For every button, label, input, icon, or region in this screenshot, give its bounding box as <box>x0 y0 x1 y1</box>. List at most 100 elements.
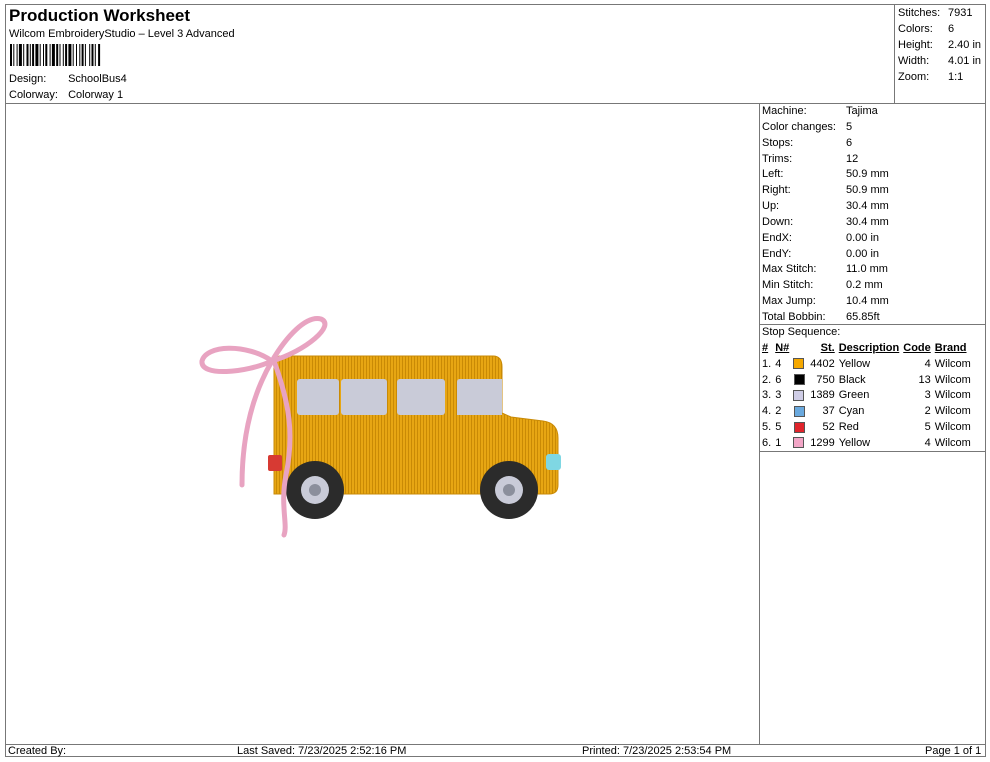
row-brand: Wilcom <box>934 436 971 449</box>
spec-value: Tajima <box>846 105 878 117</box>
table-row: 3. 3 1389 Green 3 Wilcom <box>760 388 973 404</box>
summary-label: Zoom: <box>898 71 930 83</box>
row-code: 5 <box>924 420 931 433</box>
summary-value: 4.01 in <box>948 55 982 67</box>
printed-date: Printed: 7/23/2025 2:53:54 PM <box>582 745 732 757</box>
spec-row: Max Stitch: 11.0 mm <box>762 262 986 278</box>
design-preview <box>199 316 561 538</box>
spec-label: Machine: <box>762 105 807 117</box>
row-code: 2 <box>924 405 931 418</box>
row-description: Green <box>838 389 870 402</box>
row-description: Black <box>838 373 866 386</box>
spec-row: Stops: 6 <box>762 136 986 152</box>
summary-label: Colors: <box>898 23 933 35</box>
machine-specs: Machine: Tajima Color changes: 5 Stops: 6 T… <box>762 104 986 326</box>
barcode <box>10 44 101 66</box>
colorway-value: Colorway 1 <box>68 89 124 101</box>
row-brand: Wilcom <box>934 405 971 418</box>
spec-row: Machine: Tajima <box>762 104 986 120</box>
table-row: 6. 1 1299 Yellow 4 Wilcom <box>760 436 973 452</box>
spec-value: 50.9 mm <box>846 168 889 181</box>
stop-sequence-table: # N# St. Description Code Brand 1. 4 4402 Y… <box>760 341 973 452</box>
row-stitches: 1389 <box>810 389 835 402</box>
row-stitches: 750 <box>816 373 835 386</box>
spec-value: 12 <box>846 152 859 165</box>
row-needle: 6 <box>775 373 782 386</box>
col-header-brand: Brand <box>934 342 967 354</box>
row-stitch-cell: 1389 <box>791 388 836 404</box>
row-stitches: 52 <box>822 420 835 433</box>
row-needle: 5 <box>775 420 782 433</box>
summary-value: 1:1 <box>948 71 964 83</box>
summary-value: 7931 <box>948 7 973 19</box>
row-stitch-cell: 52 <box>791 420 836 436</box>
color-swatch <box>793 437 805 449</box>
summary-label: Height: <box>898 39 933 51</box>
summary-divider <box>894 4 895 104</box>
row-index: 5. <box>762 420 772 433</box>
school-bus-illustration <box>268 355 561 519</box>
row-code: 4 <box>924 357 931 370</box>
page-title: Production Worksheet <box>9 6 191 25</box>
row-description: Yellow <box>838 436 871 449</box>
spec-row: Trims: 12 <box>762 152 986 168</box>
spec-label: EndX: <box>762 231 792 244</box>
row-stitch-cell: 1299 <box>791 436 836 452</box>
row-stitches: 4402 <box>810 357 835 370</box>
color-swatch <box>793 421 805 433</box>
page-number: Page 1 of 1 <box>925 745 982 757</box>
row-needle: 4 <box>775 357 782 370</box>
summary-value: 2.40 in <box>948 39 982 51</box>
col-header-description: Description <box>838 342 900 354</box>
spec-row: Min Stitch: 0.2 mm <box>762 278 986 294</box>
color-swatch <box>793 374 805 386</box>
row-brand: Wilcom <box>934 357 971 370</box>
spec-row: EndY: 0.00 in <box>762 247 986 263</box>
row-index: 6. <box>762 436 772 449</box>
table-row: 5. 5 52 Red 5 Wilcom <box>760 420 973 436</box>
spec-label: Right: <box>762 184 791 197</box>
row-needle: 3 <box>775 389 782 402</box>
last-saved: Last Saved: 7/23/2025 2:52:16 PM <box>237 745 407 757</box>
spec-value: 50.9 mm <box>846 184 889 197</box>
spec-row: Right: 50.9 mm <box>762 183 986 199</box>
summary-row: Stitches: 7931 <box>898 5 986 21</box>
spec-row: Total Bobbin: 65.85ft <box>762 310 986 326</box>
table-row: 4. 2 37 Cyan 2 Wilcom <box>760 404 973 420</box>
row-index: 1. <box>762 357 772 370</box>
spec-row: Color changes: 5 <box>762 120 986 136</box>
spec-row: Down: 30.4 mm <box>762 215 986 231</box>
row-brand: Wilcom <box>934 420 971 433</box>
design-row: Design: SchoolBus4 <box>9 73 127 85</box>
spec-value: 65.85ft <box>846 310 880 323</box>
spec-label: Min Stitch: <box>762 279 814 292</box>
spec-row: EndX: 0.00 in <box>762 231 986 247</box>
spec-value: 5 <box>846 120 853 133</box>
spec-label: Max Stitch: <box>762 263 817 276</box>
row-description: Cyan <box>838 405 865 418</box>
created-by: Created By: <box>8 745 67 757</box>
color-swatch <box>793 389 805 401</box>
spec-value: 30.4 mm <box>846 200 889 213</box>
spec-value: 11.0 mm <box>846 263 888 276</box>
summary-row: Zoom: 1:1 <box>898 69 986 85</box>
spec-value: 0.00 in <box>846 247 880 260</box>
row-stitches: 1299 <box>810 436 835 449</box>
design-label: Design: <box>9 73 47 85</box>
row-needle: 2 <box>775 405 782 418</box>
spec-value: 0.00 in <box>846 231 880 244</box>
summary-label: Width: <box>898 55 930 67</box>
table-header-row: # N# St. Description Code Brand <box>760 341 973 357</box>
row-needle: 1 <box>775 436 782 449</box>
spec-label: Color changes: <box>762 120 836 133</box>
row-index: 2. <box>762 373 772 386</box>
row-description: Yellow <box>838 357 871 370</box>
col-header-code: Code <box>903 342 931 354</box>
col-header-index: # <box>762 342 769 354</box>
spec-label: Stops: <box>762 136 794 149</box>
summary-row: Colors: 6 <box>898 21 986 37</box>
software-subtitle: Wilcom EmbroideryStudio – Level 3 Advanc… <box>9 28 235 40</box>
row-index: 3. <box>762 389 772 402</box>
col-header-stitches: St. <box>820 342 835 354</box>
spec-row: Left: 50.9 mm <box>762 167 986 183</box>
